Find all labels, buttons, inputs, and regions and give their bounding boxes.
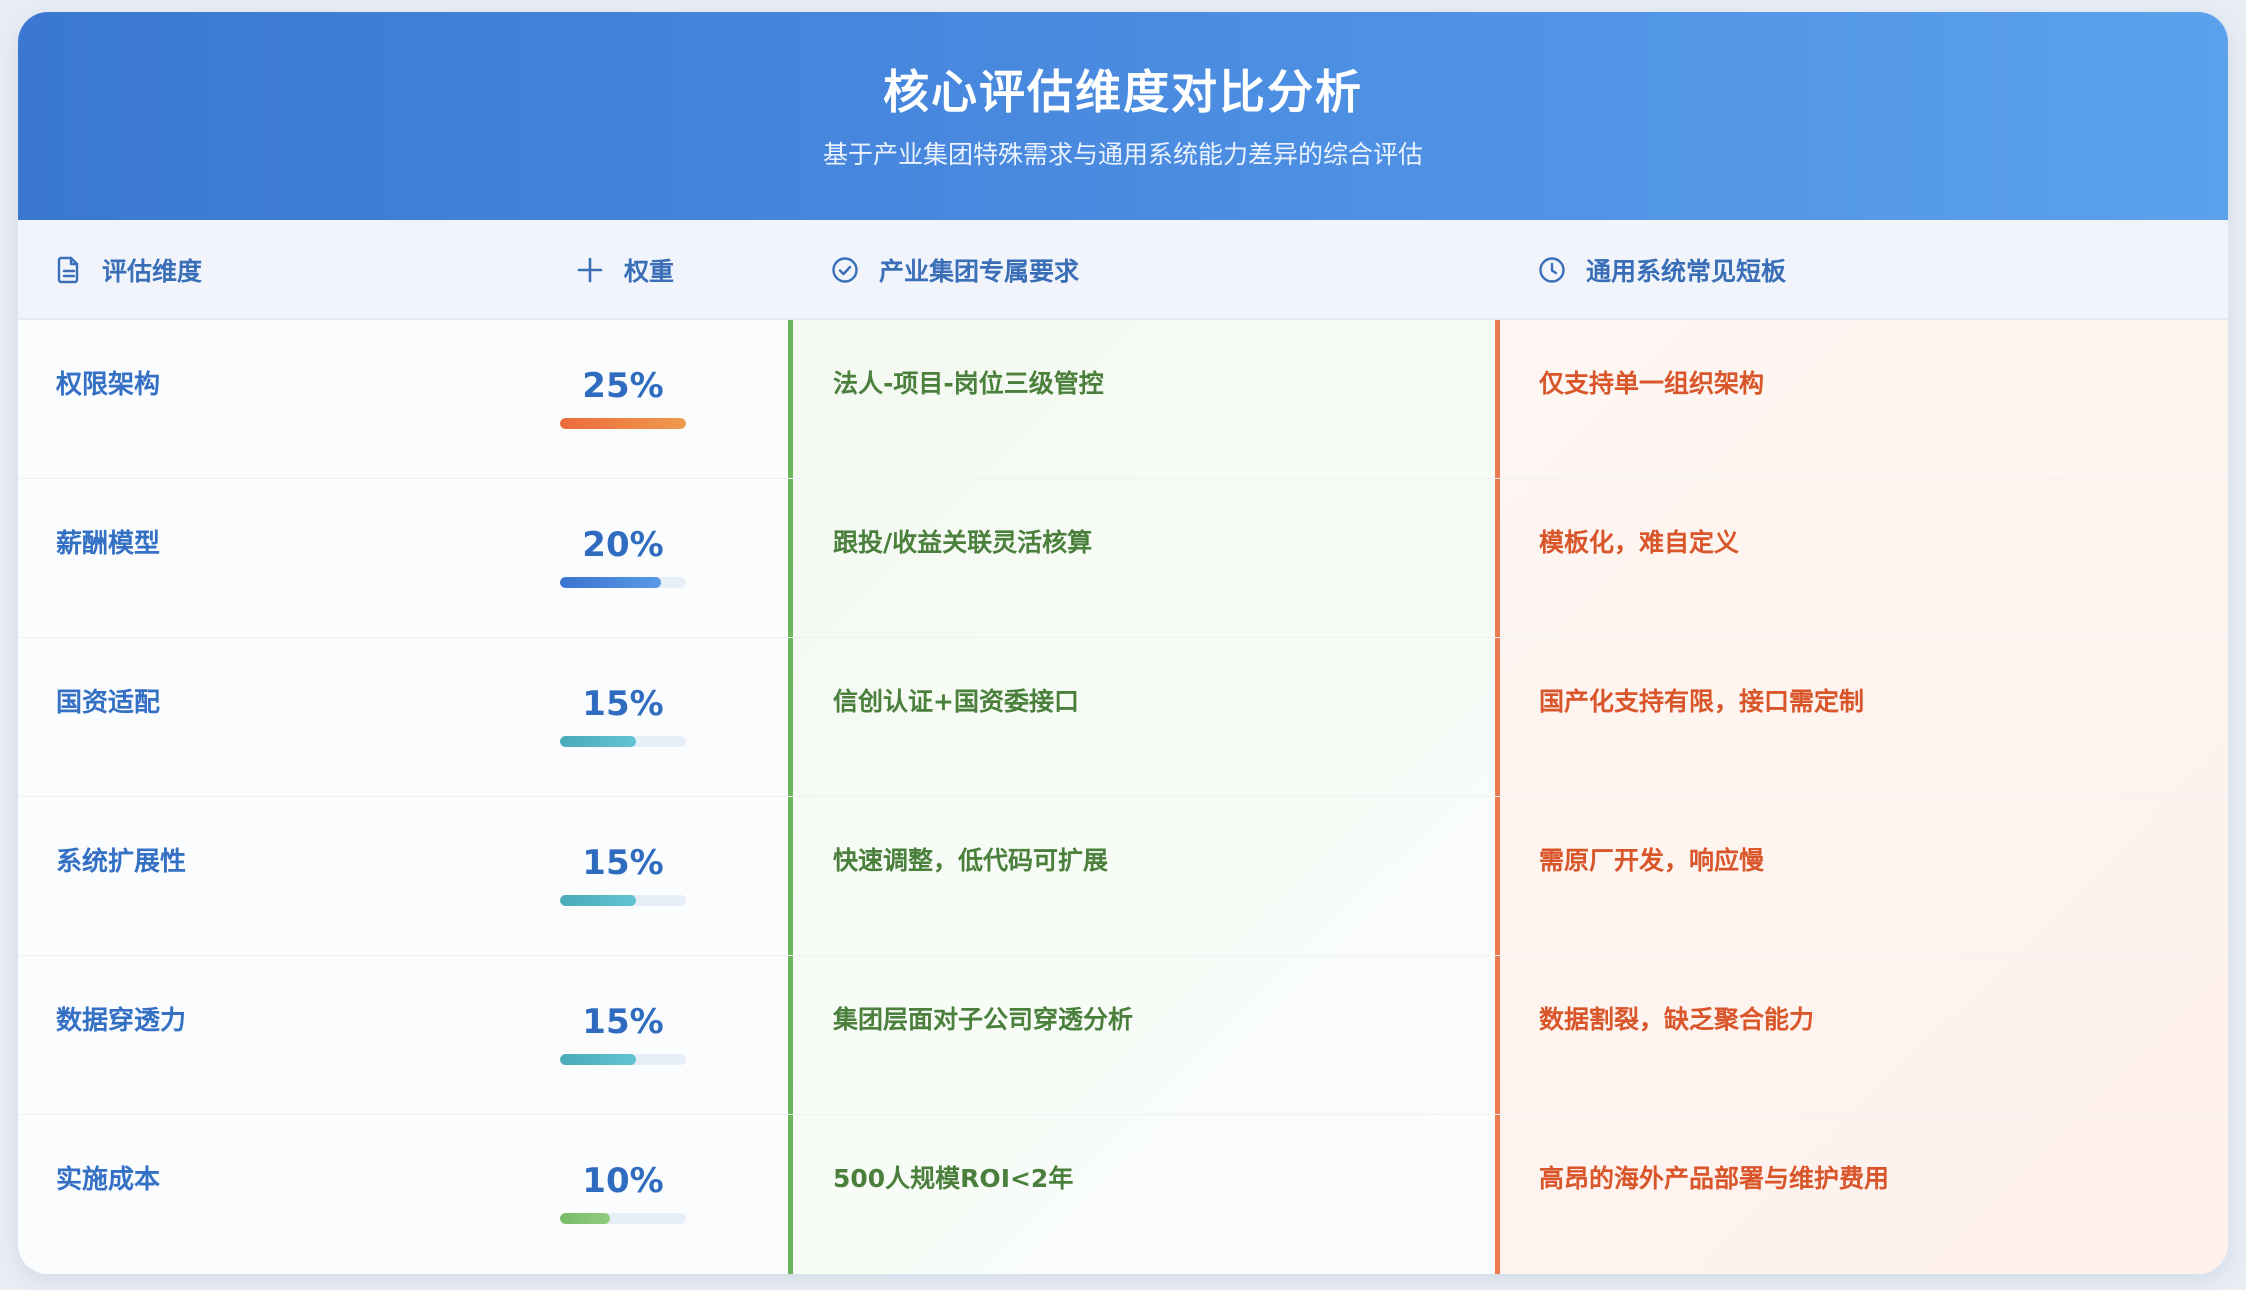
dimension-cell: 薪酬模型 bbox=[56, 529, 161, 559]
requirement-cell: 快速调整，低代码可扩展 bbox=[833, 846, 1109, 875]
dimension-cell: 国资适配 bbox=[56, 688, 161, 718]
weight-cell: 15% bbox=[560, 684, 686, 747]
gap-cell: 模板化，难自定义 bbox=[1539, 528, 1740, 557]
dimension-cell: 实施成本 bbox=[56, 1165, 161, 1195]
gap-cell: 国产化支持有限，接口需定制 bbox=[1539, 687, 1865, 716]
gap-cell: 仅支持单一组织架构 bbox=[1539, 369, 1765, 398]
requirement-cell: 500人规模ROI<2年 bbox=[833, 1164, 1074, 1193]
weight-bar-fill bbox=[560, 418, 686, 429]
weight-bar-track bbox=[560, 1213, 686, 1224]
table-body: 权限架构 25% 法人-项目-岗位三级管控 仅支持单一组织架构 薪酬模型 20%… bbox=[18, 320, 2228, 1274]
gap-cell: 需原厂开发，响应慢 bbox=[1539, 846, 1765, 875]
weight-bar-fill bbox=[560, 736, 636, 747]
weight-bar-track bbox=[560, 1054, 686, 1065]
table-row: 实施成本 10% 500人规模ROI<2年 高昂的海外产品部署与维护费用 bbox=[18, 1115, 2228, 1274]
weight-cell: 10% bbox=[560, 1161, 686, 1224]
dimension-cell: 权限架构 bbox=[56, 370, 161, 400]
weight-bar-fill bbox=[560, 895, 636, 906]
column-header-label: 通用系统常见短板 bbox=[1586, 257, 1787, 286]
table-row: 数据穿透力 15% 集团层面对子公司穿透分析 数据割裂，缺乏聚合能力 bbox=[18, 956, 2228, 1115]
column-header-dimension: 评估维度 bbox=[56, 220, 202, 320]
dimension-cell: 系统扩展性 bbox=[56, 847, 187, 877]
column-header-label: 评估维度 bbox=[102, 257, 203, 286]
weight-cell: 15% bbox=[560, 843, 686, 906]
table-row: 薪酬模型 20% 跟投/收益关联灵活核算 模板化，难自定义 bbox=[18, 479, 2228, 638]
weight-value: 15% bbox=[582, 1002, 664, 1042]
column-header-label: 权重 bbox=[624, 257, 675, 286]
weight-value: 25% bbox=[582, 366, 664, 406]
weight-bar-fill bbox=[560, 1213, 611, 1224]
document-icon bbox=[57, 256, 79, 284]
sparkle-icon bbox=[577, 257, 603, 283]
table-header: 评估维度 权重 产业集团专属要求 通用系统常见短板 bbox=[18, 220, 2228, 320]
check-circle-icon bbox=[832, 257, 858, 283]
clock-icon bbox=[1539, 257, 1565, 283]
comparison-card: 核心评估维度对比分析 基于产业集团特殊需求与通用系统能力差异的综合评估 评估维度… bbox=[18, 12, 2228, 1274]
column-header-gap: 通用系统常见短板 bbox=[1538, 220, 1786, 320]
table-row: 系统扩展性 15% 快速调整，低代码可扩展 需原厂开发，响应慢 bbox=[18, 797, 2228, 956]
page-subtitle: 基于产业集团特殊需求与通用系统能力差异的综合评估 bbox=[822, 140, 1423, 169]
header-banner: 核心评估维度对比分析 基于产业集团特殊需求与通用系统能力差异的综合评估 bbox=[18, 12, 2228, 220]
requirement-cell: 法人-项目-岗位三级管控 bbox=[833, 369, 1104, 398]
weight-value: 20% bbox=[582, 525, 664, 565]
requirement-cell: 集团层面对子公司穿透分析 bbox=[833, 1005, 1134, 1034]
weight-bar-track bbox=[560, 418, 686, 429]
gap-cell: 高昂的海外产品部署与维护费用 bbox=[1539, 1164, 1890, 1193]
column-header-requirement: 产业集团专属要求 bbox=[831, 220, 1079, 320]
requirement-cell: 跟投/收益关联灵活核算 bbox=[833, 528, 1093, 557]
weight-bar-fill bbox=[560, 1054, 636, 1065]
weight-value: 15% bbox=[582, 843, 664, 883]
weight-cell: 15% bbox=[560, 1002, 686, 1065]
weight-value: 10% bbox=[582, 1161, 664, 1201]
dimension-cell: 数据穿透力 bbox=[56, 1006, 187, 1036]
gap-cell: 数据割裂，缺乏聚合能力 bbox=[1539, 1005, 1815, 1034]
weight-bar-track bbox=[560, 895, 686, 906]
weight-bar-fill bbox=[560, 577, 661, 588]
table-row: 权限架构 25% 法人-项目-岗位三级管控 仅支持单一组织架构 bbox=[18, 320, 2228, 479]
weight-cell: 20% bbox=[560, 525, 686, 588]
column-header-label: 产业集团专属要求 bbox=[879, 257, 1080, 286]
page-title: 核心评估维度对比分析 bbox=[883, 65, 1363, 119]
weight-value: 15% bbox=[582, 684, 664, 724]
weight-bar-track bbox=[560, 736, 686, 747]
requirement-cell: 信创认证+国资委接口 bbox=[833, 687, 1079, 716]
column-header-weight: 权重 bbox=[576, 220, 674, 320]
weight-cell: 25% bbox=[560, 366, 686, 429]
table-row: 国资适配 15% 信创认证+国资委接口 国产化支持有限，接口需定制 bbox=[18, 638, 2228, 797]
weight-bar-track bbox=[560, 577, 686, 588]
